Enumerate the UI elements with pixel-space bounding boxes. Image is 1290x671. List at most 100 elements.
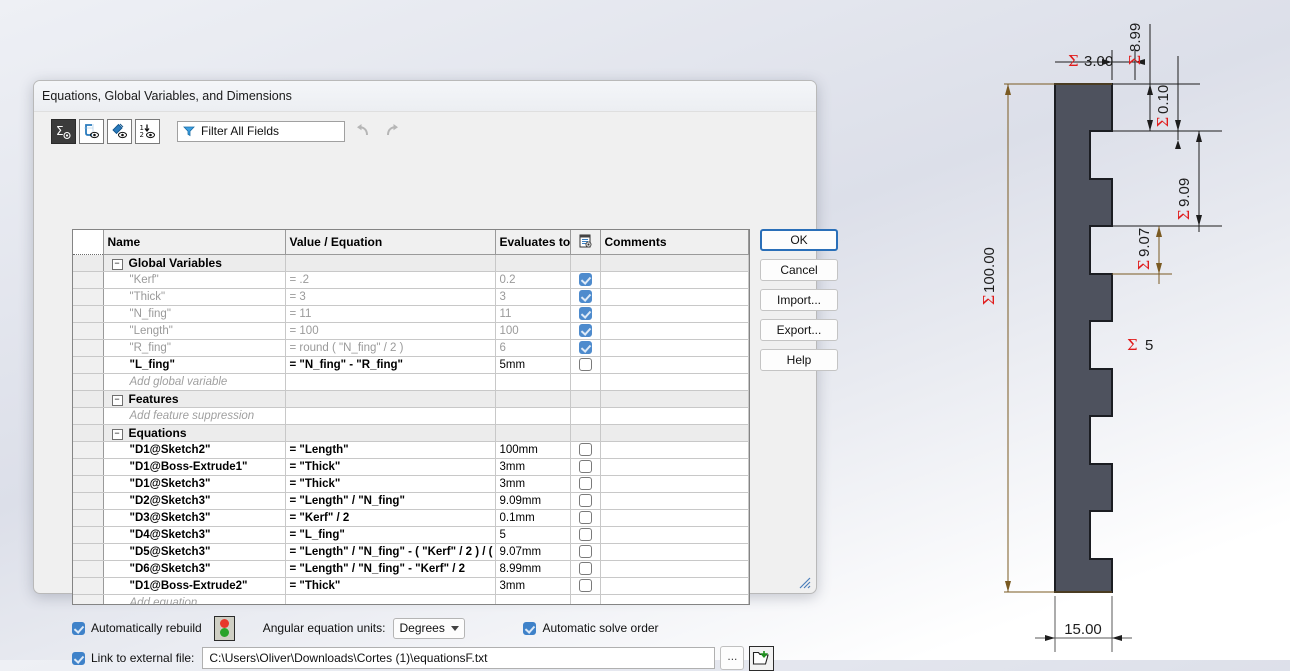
- cell-comments[interactable]: [600, 509, 749, 527]
- cell-comments[interactable]: [600, 407, 749, 425]
- note-checkbox[interactable]: [578, 290, 592, 303]
- table-row[interactable]: "Length" = 100 100: [73, 322, 749, 340]
- cell-note[interactable]: [570, 356, 601, 374]
- browse-button[interactable]: ...: [720, 646, 745, 670]
- cell-value[interactable]: = .2: [285, 271, 496, 289]
- note-checkbox[interactable]: [578, 460, 592, 473]
- cell-name[interactable]: "N_fing": [103, 305, 286, 323]
- automatic-solve-order-checkbox[interactable]: Automatic solve order: [523, 621, 659, 635]
- cell-value[interactable]: = 3: [285, 288, 496, 306]
- row-handle[interactable]: [73, 560, 104, 578]
- column-header-value[interactable]: Value / Equation: [285, 230, 496, 255]
- table-row[interactable]: "D5@Sketch3" = "Length" / "N_fing" - ( "K…: [73, 543, 749, 561]
- note-checkbox[interactable]: [578, 273, 592, 286]
- cell-name[interactable]: "D1@Boss-Extrude1": [103, 458, 286, 476]
- cell-comments[interactable]: [600, 492, 749, 510]
- cell-note[interactable]: [570, 288, 601, 306]
- cancel-button[interactable]: Cancel: [760, 259, 838, 281]
- cell-name[interactable]: "D4@Sketch3": [103, 526, 286, 544]
- cell-name[interactable]: "Thick": [103, 288, 286, 306]
- sigma-equations-view-icon[interactable]: Σ: [51, 118, 76, 144]
- cell-value[interactable]: = "Thick": [285, 458, 496, 476]
- traffic-light-icon[interactable]: [213, 615, 235, 641]
- cell-note[interactable]: [570, 305, 601, 323]
- cell-comments[interactable]: [600, 458, 749, 476]
- table-row[interactable]: "N_fing" = 11 11: [73, 305, 749, 323]
- note-checkbox[interactable]: [578, 494, 592, 507]
- cell-value[interactable]: [285, 407, 496, 425]
- cell-note[interactable]: [570, 271, 601, 289]
- row-handle[interactable]: [73, 492, 104, 510]
- table-row[interactable]: "D1@Boss-Extrude2" = "Thick" 3mm: [73, 577, 749, 595]
- row-handle[interactable]: [73, 390, 104, 408]
- row-handle[interactable]: [73, 407, 104, 425]
- table-row[interactable]: "D1@Sketch3" = "Thick" 3mm: [73, 475, 749, 493]
- cell-comments[interactable]: [600, 424, 749, 442]
- automatically-rebuild-checkbox-box[interactable]: [72, 621, 85, 635]
- resize-grip[interactable]: [797, 575, 811, 589]
- cell-note[interactable]: [570, 458, 601, 476]
- link-external-file-checkbox-box[interactable]: [72, 651, 85, 665]
- cell-note[interactable]: [570, 322, 601, 340]
- cell-value[interactable]: [285, 594, 496, 604]
- row-handle[interactable]: [73, 356, 104, 374]
- cell-note[interactable]: [570, 492, 601, 510]
- import-button[interactable]: Import...: [760, 289, 838, 311]
- cell-note[interactable]: [570, 475, 601, 493]
- note-checkbox[interactable]: [578, 358, 592, 371]
- help-button[interactable]: Help: [760, 349, 838, 371]
- cell-name[interactable]: "D1@Sketch2": [103, 441, 286, 459]
- add-row[interactable]: Add equation: [73, 594, 749, 604]
- cell-name[interactable]: "D2@Sketch3": [103, 492, 286, 510]
- cell-comments[interactable]: [600, 526, 749, 544]
- cell-note[interactable]: [570, 339, 601, 357]
- add-row-placeholder[interactable]: Add feature suppression: [103, 407, 286, 425]
- automatic-solve-order-checkbox-box[interactable]: [523, 621, 537, 635]
- cell-comments[interactable]: [600, 254, 749, 272]
- row-handle[interactable]: [73, 339, 104, 357]
- filter-input[interactable]: Filter All Fields: [177, 120, 345, 142]
- row-handle[interactable]: [73, 543, 104, 561]
- angular-units-select[interactable]: Degrees: [393, 617, 466, 639]
- ordered-view-icon[interactable]: 1 2: [135, 118, 160, 144]
- equations-table-container[interactable]: Name Value / Equation Evaluates to Comme…: [72, 229, 750, 605]
- table-row[interactable]: "Thick" = 33: [73, 288, 749, 306]
- note-checkbox[interactable]: [578, 562, 592, 575]
- cell-value[interactable]: = 100: [285, 322, 496, 340]
- row-handle[interactable]: [73, 322, 104, 340]
- column-header-notes-icon[interactable]: [570, 230, 601, 255]
- external-file-path-input[interactable]: C:\Users\Oliver\Downloads\Cortes (1)\equ…: [202, 647, 716, 669]
- cell-name[interactable]: "R_fing": [103, 339, 286, 357]
- cell-value[interactable]: = "Length": [285, 441, 496, 459]
- table-row[interactable]: "D3@Sketch3" = "Kerf" / 2 0.1mm: [73, 509, 749, 527]
- add-row-placeholder[interactable]: Add global variable: [103, 373, 286, 391]
- row-handle[interactable]: [73, 577, 104, 595]
- cell-value[interactable]: = "N_fing" - "R_fing": [285, 356, 496, 374]
- note-checkbox[interactable]: [578, 477, 592, 490]
- cell-name[interactable]: "D5@Sketch3": [103, 543, 286, 561]
- section-title[interactable]: − Global Variables: [103, 254, 286, 272]
- cell-note[interactable]: [570, 509, 601, 527]
- row-handle[interactable]: [73, 424, 104, 442]
- export-button[interactable]: Export...: [760, 319, 838, 341]
- add-row-placeholder[interactable]: Add equation: [103, 594, 286, 604]
- cell-name[interactable]: "Kerf": [103, 271, 286, 289]
- cell-value[interactable]: = "Length" / "N_fing" - "Kerf" / 2: [285, 560, 496, 578]
- cell-value[interactable]: = "L_fing": [285, 526, 496, 544]
- row-handle[interactable]: [73, 288, 104, 306]
- note-checkbox[interactable]: [578, 341, 592, 354]
- cell-comments[interactable]: [600, 441, 749, 459]
- add-row[interactable]: Add feature suppression: [73, 407, 749, 425]
- row-handle[interactable]: [73, 509, 104, 527]
- link-external-file-checkbox[interactable]: Link to external file:: [72, 651, 194, 665]
- cell-value[interactable]: = "Kerf" / 2: [285, 509, 496, 527]
- collapse-icon[interactable]: −: [111, 259, 123, 270]
- cell-value[interactable]: = 11: [285, 305, 496, 323]
- cell-value[interactable]: [285, 373, 496, 391]
- cell-comments[interactable]: [600, 305, 749, 323]
- row-handle[interactable]: [73, 305, 104, 323]
- cell-comments[interactable]: [600, 373, 749, 391]
- cell-comments[interactable]: [600, 390, 749, 408]
- cell-value[interactable]: = "Thick": [285, 577, 496, 595]
- row-handle[interactable]: [73, 373, 104, 391]
